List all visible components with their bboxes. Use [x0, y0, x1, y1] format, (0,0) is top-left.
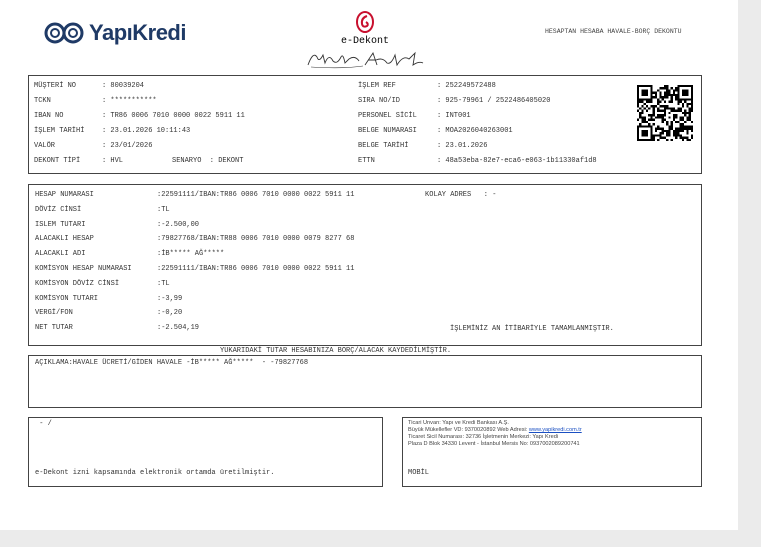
customer-left-label: İŞLEM TARİHİ — [34, 127, 85, 135]
customer-left-value: : 80039204 — [102, 82, 145, 90]
legal-line-3: Ticaret Sicil Numarası: 32736 İşletmenin… — [408, 434, 559, 440]
signature-icon — [303, 47, 428, 69]
customer-left-label: TCKN — [34, 97, 51, 105]
customer-right-value: : MOA2026040263001 — [437, 127, 513, 135]
qr-code-icon — [637, 85, 693, 141]
detail-label: HESAP NUMARASI — [35, 191, 94, 199]
customer-left-label: IBAN NO — [34, 112, 64, 120]
customer-left-label: VALÖR — [34, 142, 56, 150]
customer-right-value: : 23.01.2026 — [437, 142, 488, 150]
detail-label: NET TUTAR — [35, 324, 73, 333]
customer-left-value: : 23.01.2026 10:11:43 — [102, 127, 191, 135]
bank-stamp-icon — [355, 10, 375, 34]
detail-value: :-2.500,00 — [157, 220, 200, 229]
footer-left-top: - / — [35, 420, 52, 428]
description-box: AÇIKLAMA:HAVALE ÜCRETİ/GİDEN HAVALE -İB*… — [28, 355, 702, 408]
document-title: e-Dekont — [340, 36, 389, 47]
customer-right-label: BELGE NUMARASI — [358, 127, 417, 135]
debit-notice: YUKARIDAKİ TUTAR HESABINIZA BORÇ/ALACAK … — [220, 347, 452, 355]
document-type: HESAPTAN HESABA HAVALE-BORÇ DEKONTU — [545, 28, 682, 35]
legal-line-2: Büyük Mükellefler VD: 9370020892 Web Adr… — [408, 427, 698, 434]
website-link[interactable]: www.yapikredi.com.tr — [529, 427, 582, 433]
detail-label: VERGİ/FON — [35, 309, 73, 318]
customer-info-box: MÜŞTERİ NO : 80039204 TCKN : *********** IBA… — [28, 75, 702, 174]
footer-right-box: Ticari Unvan: Yapı ve Kredi Bankası A.Ş.… — [402, 417, 702, 487]
electronic-notice: e-Dekont izni kapsamında elektronik orta… — [35, 469, 275, 477]
detail-value: :-2.504,19 — [157, 324, 200, 333]
kolay-adres: KOLAY ADRES : - — [425, 191, 497, 199]
detail-value: :TL — [157, 205, 170, 214]
brand-name: YapıKredi — [89, 20, 186, 45]
yapikredi-logo-icon — [44, 22, 86, 44]
bank-legal-info: Ticari Unvan: Yapı ve Kredi Bankası A.Ş.… — [408, 420, 698, 448]
detail-label: ALACAKLI ADI — [35, 250, 86, 259]
customer-right-value: : 252249572488 — [437, 82, 496, 90]
detail-value: :-0,20 — [157, 309, 183, 318]
detail-label: KOMİSYON TUTARI — [35, 294, 99, 303]
dekont-page: YapıKredi e-Dekont HESAPTAN HESABA HAVAL… — [0, 0, 738, 530]
detail-label: ISLEM TUTARI — [35, 220, 86, 229]
customer-right-label: SIRA NO/ID — [358, 97, 401, 105]
customer-right-value: : INT001 — [437, 112, 471, 120]
detail-value: :-3,99 — [157, 294, 183, 303]
channel-label: MOBİL — [408, 469, 430, 477]
customer-right-label: PERSONEL SİCİL — [358, 112, 417, 120]
senaryo-label: SENARYO : DEKONT — [172, 157, 244, 165]
detail-value: :İB***** AĞ***** — [157, 250, 225, 259]
center-header: e-Dekont — [300, 10, 430, 69]
customer-left-value: : HVL — [102, 157, 124, 165]
detail-label: DÖVİZ CİNSİ — [35, 205, 82, 214]
customer-right-value: : 925-79961 / 2522486405020 — [437, 97, 551, 105]
completed-text: İŞLEMİNİZ AN İTİBARİYLE TAMAMLANMIŞTIR. — [450, 325, 614, 333]
detail-value: :22591111/IBAN:TR86 0006 7010 0000 0022 … — [157, 191, 355, 199]
detail-label: KOMİSYON DÖVİZ CİNSİ — [35, 279, 120, 288]
customer-right-label: ETTN — [358, 157, 375, 165]
customer-right-label: İŞLEM REF — [358, 82, 396, 90]
customer-left-value: : 23/01/2026 — [102, 142, 153, 150]
customer-left-value: : *********** — [102, 97, 157, 105]
detail-value: :79827768/IBAN:TR88 0006 7010 0000 0079 … — [157, 235, 355, 244]
detail-label: ALACAKLI HESAP — [35, 235, 94, 244]
customer-left-label: DEKONT TİPİ — [34, 157, 81, 165]
customer-right-value: : 48a53eba-82e7-eca6-e063-1b11330af1d8 — [437, 157, 597, 165]
legal-line-2-prefix: Büyük Mükellefler VD: 9370020892 Web Adr… — [408, 427, 529, 433]
detail-value: :22591111/IBAN:TR86 0006 7010 0000 0022 … — [157, 265, 355, 273]
customer-left-value: : TR86 0006 7010 0000 0022 5911 11 — [102, 112, 245, 120]
legal-line-1: Ticari Unvan: Yapı ve Kredi Bankası A.Ş. — [408, 420, 509, 426]
legal-line-4: Plaza D Blok 34330 Levent - İstanbul Mer… — [408, 441, 580, 447]
customer-right-label: BELGE TARİHİ — [358, 142, 409, 150]
yapikredi-logo: YapıKredi — [44, 20, 186, 46]
transaction-details-box: HESAP NUMARASI :22591111/IBAN:TR86 0006 7… — [28, 184, 702, 346]
customer-left-label: MÜŞTERİ NO — [34, 82, 77, 90]
detail-label: KOMİSYON HESAP NUMARASI — [35, 265, 132, 273]
footer-left-box: - / e-Dekont izni kapsamında elektronik … — [28, 417, 383, 487]
description-text: AÇIKLAMA:HAVALE ÜCRETİ/GİDEN HAVALE -İB*… — [35, 359, 309, 367]
detail-value: :TL — [157, 279, 170, 288]
